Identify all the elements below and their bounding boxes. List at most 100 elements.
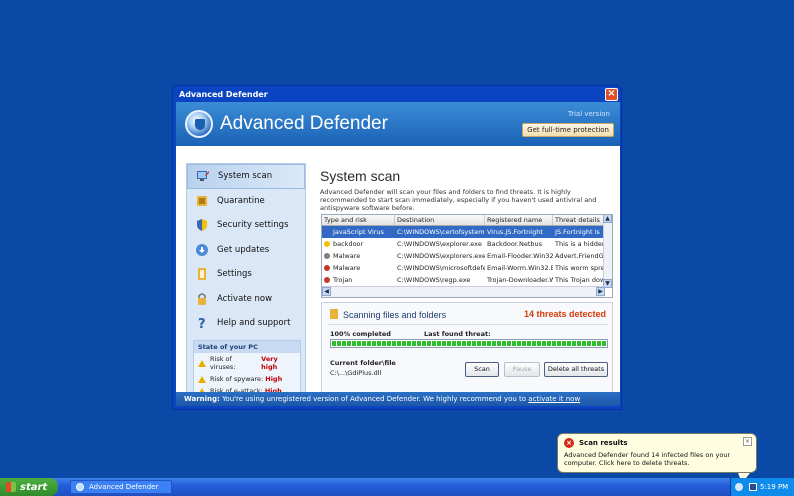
risk-row: Risk of viruses: Very high bbox=[194, 353, 300, 373]
pause-button[interactable]: Pause bbox=[504, 362, 540, 377]
app-header: Advanced Defender Trial version Get full… bbox=[176, 102, 620, 146]
close-icon[interactable]: × bbox=[743, 437, 752, 446]
close-button[interactable]: × bbox=[605, 87, 618, 101]
sidebar-item-security-settings[interactable]: Security settings bbox=[187, 213, 305, 238]
pc-state-panel: State of your PC Risk of viruses: Very h… bbox=[193, 340, 301, 395]
system-tray: 5:19 PM bbox=[730, 478, 794, 496]
sidebar-item-label: Settings bbox=[217, 269, 252, 280]
table-cell: C:\WINDOWS\certofsystem. bbox=[397, 228, 485, 236]
risk-label: Risk of viruses: bbox=[210, 355, 236, 371]
table-cell: backdoor bbox=[322, 240, 395, 248]
balloon-title: × Scan results bbox=[564, 438, 750, 448]
last-threat-label: Last found threat: bbox=[424, 330, 491, 338]
page-description: Advanced Defender will scan your files a… bbox=[320, 188, 597, 212]
progress-fill bbox=[332, 341, 606, 346]
risk-row: Risk of spyware: High bbox=[194, 373, 300, 385]
table-row[interactable]: Trojan C:\WINDOWS\regp.exe Trojan-Download… bbox=[322, 274, 612, 286]
table-row[interactable]: Malware C:\WINDOWS\explorers.exe Email-Flo… bbox=[322, 250, 612, 262]
scroll-up-icon[interactable]: ▲ bbox=[603, 215, 612, 223]
scan-icon bbox=[196, 169, 210, 183]
scan-panel: Scanning files and folders 14 threats de… bbox=[321, 302, 613, 396]
logo-icon bbox=[185, 110, 213, 138]
sidebar-item-system-scan[interactable]: System scan bbox=[187, 164, 305, 189]
column-header[interactable]: Registered name bbox=[485, 215, 553, 225]
start-button[interactable]: start bbox=[0, 478, 58, 496]
current-file-path: C:\...\GdiPlus.dll bbox=[330, 369, 382, 377]
scroll-left-icon[interactable]: ◀ bbox=[322, 287, 331, 296]
table-row[interactable]: backdoor C:\WINDOWS\explorer.exe Backdoor.… bbox=[322, 238, 612, 250]
progress-label: 100% completed bbox=[330, 330, 391, 338]
column-header[interactable]: Destination bbox=[395, 215, 485, 225]
sidebar-item-settings[interactable]: Settings bbox=[187, 262, 305, 287]
sidebar-item-quarantine[interactable]: Quarantine bbox=[187, 189, 305, 214]
vertical-scrollbar[interactable]: ▲ ▼ bbox=[603, 215, 612, 288]
scan-button[interactable]: Scan bbox=[465, 362, 499, 377]
trial-label: Trial version bbox=[567, 110, 610, 118]
balloon-text[interactable]: Advanced Defender found 14 infected file… bbox=[564, 451, 750, 467]
title-bar[interactable]: Advanced Defender × bbox=[176, 86, 618, 102]
table-cell: Advert.FriendG bbox=[555, 252, 604, 260]
risk-label: Risk of spyware: bbox=[210, 375, 264, 383]
scan-results-balloon[interactable]: × × Scan results Advanced Defender found… bbox=[557, 433, 757, 483]
table-cell: Malware bbox=[322, 252, 395, 260]
risk-dot-icon bbox=[324, 265, 330, 271]
horizontal-scrollbar[interactable]: ◀ ▶ bbox=[322, 286, 605, 297]
sidebar-item-label: Help and support bbox=[217, 318, 291, 329]
risk-value: Very high bbox=[261, 355, 278, 371]
table-cell: This worm spre bbox=[555, 264, 605, 272]
table-cell: Backdoor.Netbus bbox=[487, 240, 543, 248]
sidebar-item-help[interactable]: ? Help and support bbox=[187, 311, 305, 336]
taskbar-item-advanced-defender[interactable]: Advanced Defender bbox=[70, 480, 172, 494]
get-full-protection-button[interactable]: Get full-time protection bbox=[522, 123, 614, 137]
sidebar-item-label: Security settings bbox=[217, 220, 289, 231]
table-cell: Trojan bbox=[322, 276, 395, 284]
update-icon bbox=[195, 243, 209, 257]
scan-heading: Scanning files and folders bbox=[330, 309, 446, 320]
table-row[interactable]: JavaScript Virus C:\WINDOWS\certofsystem.… bbox=[322, 226, 612, 238]
column-header[interactable]: Type and risk bbox=[322, 215, 395, 225]
windows-logo-icon bbox=[6, 482, 16, 492]
table-cell: Virus.JS.Fortnight bbox=[487, 228, 543, 236]
taskbar: start Advanced Defender 5:19 PM bbox=[0, 478, 794, 496]
network-icon[interactable] bbox=[735, 483, 743, 491]
risk-dot-icon bbox=[324, 253, 330, 259]
current-file-label: Current folder\file bbox=[330, 359, 396, 367]
app-name: Advanced Defender bbox=[220, 113, 388, 134]
table-cell: Email-Flooder.Win32.f bbox=[487, 252, 553, 260]
delete-all-threats-button[interactable]: Delete all threats bbox=[544, 362, 608, 377]
quarantine-icon bbox=[195, 194, 209, 208]
svg-text:?: ? bbox=[198, 317, 206, 330]
table-cell: Trojan-Downloader.W bbox=[487, 276, 553, 284]
activate-link[interactable]: activate it now bbox=[528, 395, 580, 403]
warning-icon bbox=[198, 375, 206, 383]
settings-icon bbox=[195, 267, 209, 281]
table-row[interactable]: Malware C:\WINDOWS\microsoftdefe Email-Wor… bbox=[322, 262, 612, 274]
threats-table: Type and risk Destination Registered nam… bbox=[321, 214, 613, 298]
table-cell: Malware bbox=[322, 264, 395, 272]
warning-prefix: Warning: bbox=[184, 395, 220, 403]
scroll-right-icon[interactable]: ▶ bbox=[596, 287, 605, 296]
risk-value: High bbox=[265, 375, 283, 383]
column-header[interactable]: Threat details bbox=[553, 215, 605, 225]
app-icon bbox=[76, 483, 84, 491]
risk-dot-icon bbox=[324, 229, 330, 235]
divider bbox=[328, 324, 608, 325]
table-cell: C:\WINDOWS\microsoftdefe bbox=[397, 264, 485, 272]
table-cell: C:\WINDOWS\regp.exe bbox=[397, 276, 471, 284]
table-header: Type and risk Destination Registered nam… bbox=[322, 215, 612, 226]
threats-count: 14 threats detected bbox=[523, 309, 606, 319]
clock: 5:19 PM bbox=[760, 483, 789, 491]
sidebar-item-activate-now[interactable]: Activate now bbox=[187, 287, 305, 312]
sidebar-item-label: Quarantine bbox=[217, 195, 265, 206]
risk-dot-icon bbox=[324, 241, 330, 247]
table-cell: JavaScript Virus bbox=[322, 228, 395, 236]
sidebar-item-get-updates[interactable]: Get updates bbox=[187, 238, 305, 263]
table-cell: This is a hidden bbox=[555, 240, 605, 248]
security-alert-icon[interactable] bbox=[749, 483, 757, 491]
scan-progress-bar bbox=[330, 339, 608, 348]
risk-dot-icon bbox=[324, 277, 330, 283]
warning-icon bbox=[198, 359, 206, 367]
shield-icon bbox=[195, 218, 209, 232]
sidebar-item-label: Get updates bbox=[217, 244, 270, 255]
sidebar-item-label: Activate now bbox=[217, 293, 273, 304]
